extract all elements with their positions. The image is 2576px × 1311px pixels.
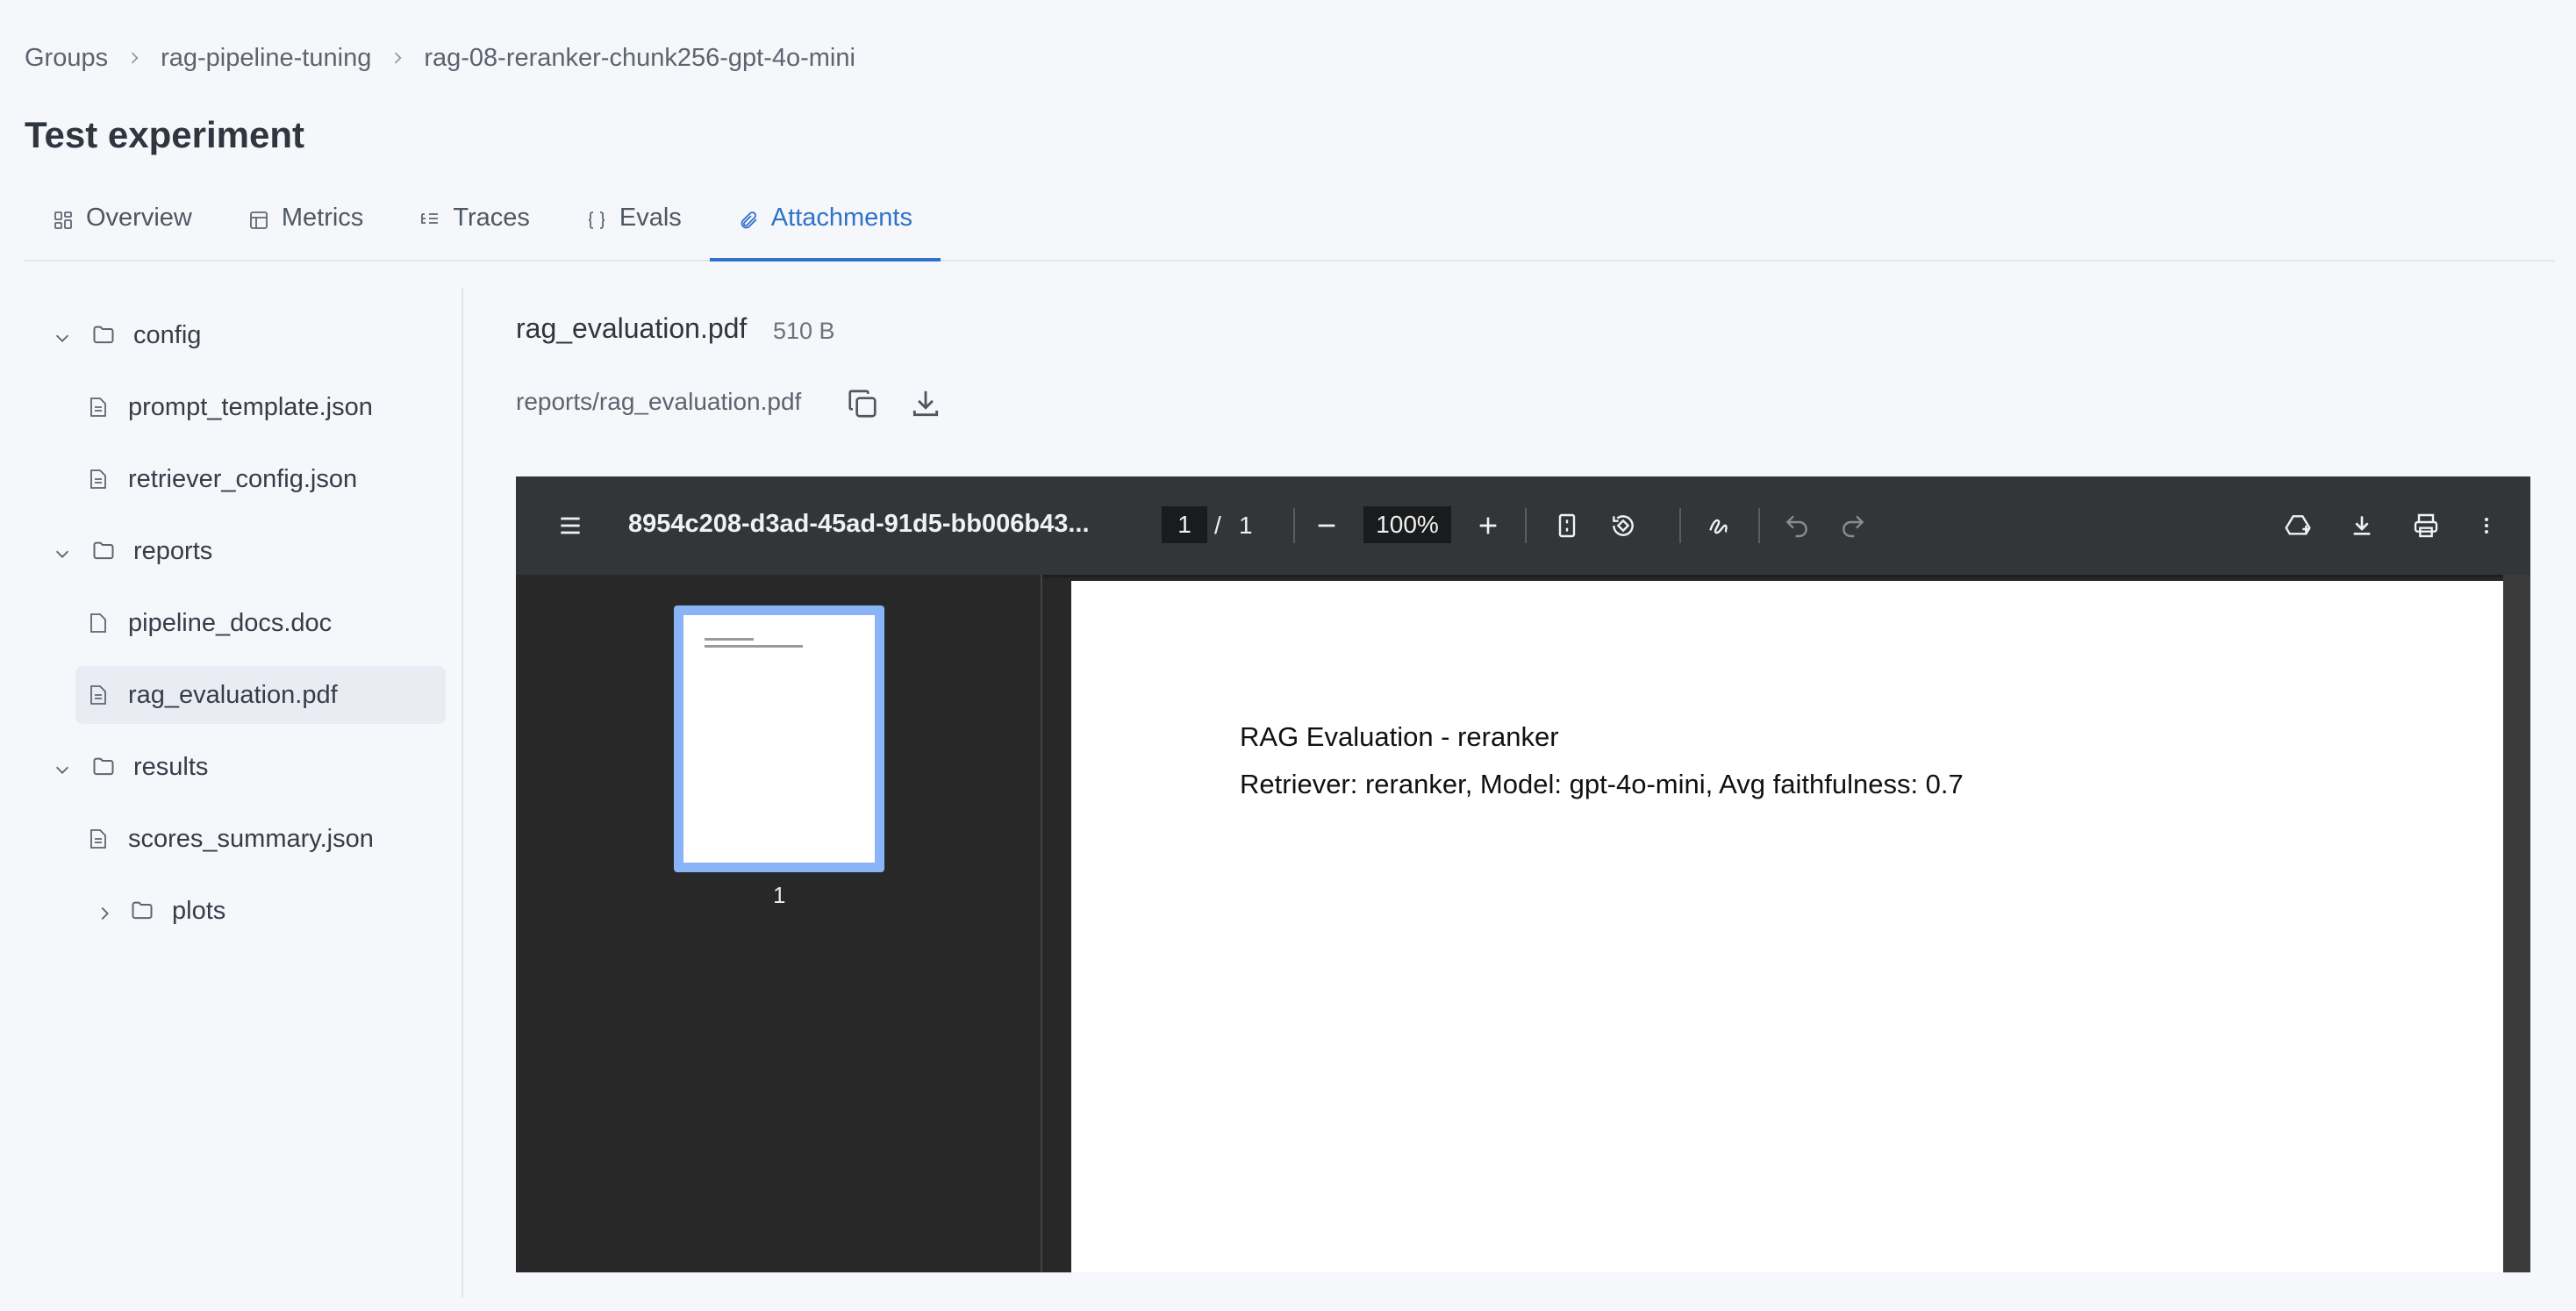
download-icon[interactable] [2346,510,2378,541]
tree-file-pipeline-docs[interactable]: pipeline_docs.doc [88,594,439,652]
breadcrumb-group[interactable]: rag-pipeline-tuning [161,44,371,73]
file-icon [88,612,109,634]
tree-label: rag_evaluation.pdf [128,680,338,709]
tab-traces[interactable]: Traces [391,197,558,261]
thumbnail-text-line [705,645,803,648]
folder-icon [91,755,116,779]
rotate-icon[interactable] [1607,510,1639,541]
tree-file-scores-summary[interactable]: scores_summary.json [88,810,439,868]
tree-label: pipeline_docs.doc [128,608,333,637]
toolbar-divider [1525,508,1527,543]
draw-icon[interactable] [1704,510,1735,541]
redo-icon[interactable] [1839,512,1867,540]
tab-evals[interactable]: Evals [558,197,710,261]
tab-label: Metrics [281,204,364,232]
chevron-right-icon [125,49,143,67]
file-icon [88,684,109,706]
pdf-title: 8954c208-d3ad-45ad-91d5-bb006b43... [628,510,1090,538]
breadcrumb: Groups rag-pipeline-tuning rag-08-rerank… [25,40,855,75]
zoom-in-icon[interactable] [1474,512,1502,540]
folder-icon [130,899,154,923]
file-icon [88,827,109,850]
file-name: rag_evaluation.pdf [516,312,748,344]
paperclip-icon [738,209,759,230]
file-icon [88,468,109,491]
menu-icon[interactable] [555,512,586,540]
breadcrumb-groups[interactable]: Groups [25,44,108,73]
chevron-right-icon [389,49,406,67]
list-tree-icon [419,209,440,230]
tab-label: Overview [86,204,192,232]
pdf-page: RAG Evaluation - reranker Retriever: rer… [1071,581,2503,1272]
tree-file-retriever-config[interactable]: retriever_config.json [88,450,439,508]
page-total: 1 [1239,512,1253,539]
toolbar-divider [1679,508,1681,543]
file-path: reports/rag_evaluation.pdf [516,388,802,415]
tree-label: reports [133,536,213,565]
tree-file-rag-evaluation[interactable]: rag_evaluation.pdf [75,666,446,724]
tree-folder-config[interactable]: config [53,306,439,364]
undo-icon[interactable] [1783,512,1811,540]
chevron-right-icon[interactable] [95,901,114,921]
download-icon[interactable] [906,384,945,423]
file-icon [88,396,109,419]
viewer-scrollbar[interactable] [2503,575,2530,1272]
chevron-down-icon[interactable] [53,326,72,345]
tree-folder-reports[interactable]: reports [53,522,439,580]
braces-icon [586,209,607,230]
tab-attachments[interactable]: Attachments [709,197,941,261]
page-title: Test experiment [25,114,304,155]
breadcrumb-experiment[interactable]: rag-08-reranker-chunk256-gpt-4o-mini [424,44,855,73]
thumbnail-label: 1 [773,882,786,908]
grid-icon [53,209,74,230]
zoom-out-icon[interactable] [1313,512,1341,540]
copy-icon[interactable] [843,384,882,423]
file-size: 510 B [773,318,835,344]
chevron-down-icon[interactable] [53,541,72,561]
tree-label: results [133,752,209,781]
print-icon[interactable] [2409,510,2443,541]
tree-label: plots [172,896,226,925]
add-to-drive-icon[interactable] [2281,510,2315,541]
thumbnail-page [683,615,875,863]
tab-label: Traces [453,204,530,232]
tab-label: Evals [619,204,682,232]
thumbnail-text-line [705,638,754,641]
chevron-down-icon[interactable] [53,757,72,777]
table-icon [248,209,269,230]
tree-label: scores_summary.json [128,824,374,853]
tree-label: prompt_template.json [128,392,373,421]
fit-page-icon[interactable] [1551,510,1583,541]
more-vertical-icon[interactable] [2476,510,2497,541]
tab-bar: Overview Metrics Traces Evals Attachment… [25,197,2555,261]
tab-label: Attachments [770,204,912,232]
folder-icon [91,323,116,347]
tree-folder-results[interactable]: results [53,738,439,796]
tree-label: retriever_config.json [128,464,358,493]
pdf-heading: RAG Evaluation - reranker [1240,721,1559,752]
toolbar-divider [1293,508,1295,543]
pdf-toolbar: 8954c208-d3ad-45ad-91d5-bb006b43... 1 / … [516,476,2530,575]
folder-icon [91,539,116,563]
tree-label: config [133,320,202,349]
page-separator: / [1214,512,1221,539]
tree-folder-plots[interactable]: plots [95,882,439,940]
tab-overview[interactable]: Overview [25,197,220,261]
tab-metrics[interactable]: Metrics [220,197,391,261]
tree-file-prompt-template[interactable]: prompt_template.json [88,378,439,436]
page-thumbnail[interactable] [674,605,884,872]
toolbar-divider [1758,508,1760,543]
pdf-body-line: Retriever: reranker, Model: gpt-4o-mini,… [1240,769,1964,799]
zoom-input[interactable]: 100% [1363,506,1451,543]
page-number-input[interactable]: 1 [1162,506,1207,543]
